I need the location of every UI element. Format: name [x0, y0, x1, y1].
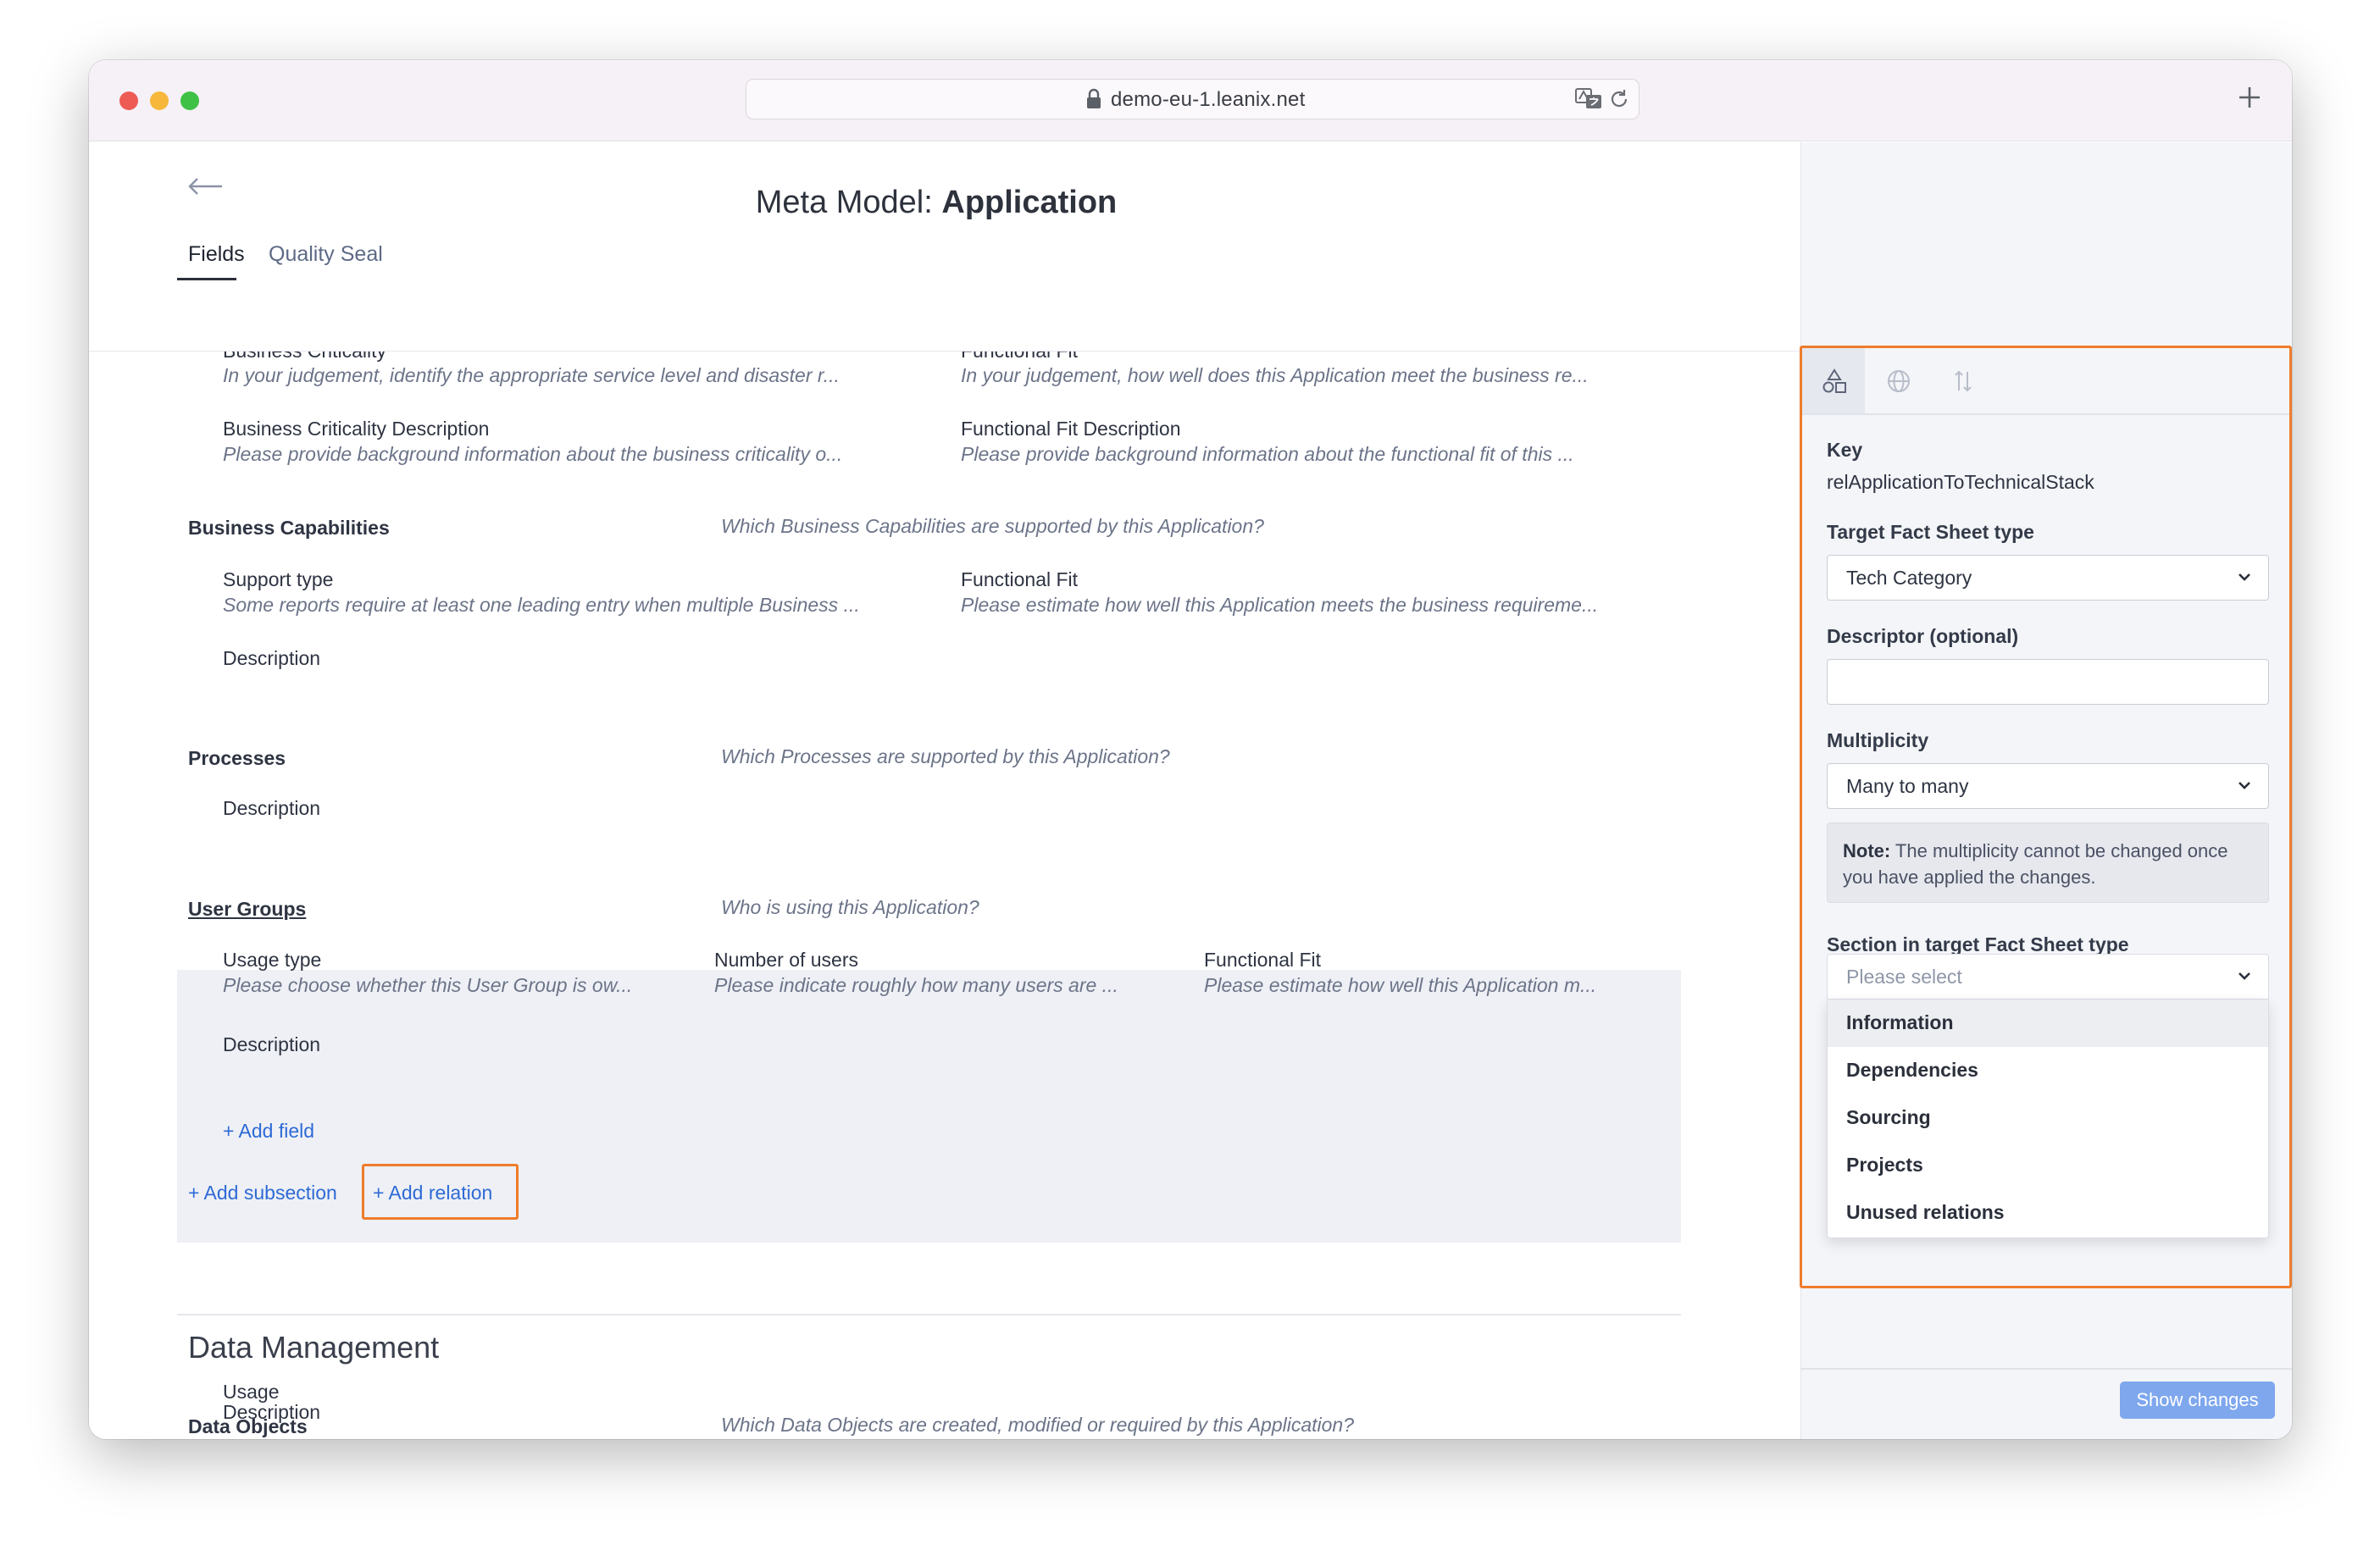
address-bar[interactable]: demo-eu-1.leanix.net [746, 79, 1639, 119]
page-title-strong: Application [941, 185, 1118, 220]
minimize-window-button[interactable] [150, 91, 169, 110]
add-field-link[interactable]: + Add field [223, 1120, 314, 1143]
page-title-prefix: Meta Model: [755, 185, 942, 220]
section-title-user-groups[interactable]: User Groups [188, 898, 306, 921]
field-label[interactable]: Support type [223, 568, 333, 591]
section-heading-data-management[interactable]: Data Management [188, 1330, 439, 1365]
field-description: Please choose whether this User Group is… [223, 974, 633, 996]
field-label[interactable]: Usage type [223, 949, 321, 972]
field-label[interactable]: Functional Fit Description [961, 418, 1181, 440]
section-question: Who is using this Application? [721, 896, 979, 918]
field-description: Please provide background information ab… [961, 443, 1574, 465]
lock-icon [1087, 88, 1101, 108]
add-subsection-link[interactable]: + Add subsection [188, 1182, 337, 1204]
add-relation-highlight [362, 1164, 519, 1220]
page-content: Meta Model: Application Fields Quality S… [89, 142, 2292, 1439]
browser-window: demo-eu-1.leanix.net Meta Model: Applica… [89, 60, 2292, 1439]
active-tab-indicator [177, 278, 236, 280]
close-window-button[interactable] [119, 91, 138, 110]
field-description: Please estimate how well this Applicatio… [961, 594, 1599, 616]
meta-model-fields-list: Business Criticality In your judgement, … [89, 352, 1800, 1439]
zoom-window-button[interactable] [180, 91, 199, 110]
section-question: Which Business Capabilities are supporte… [721, 515, 1264, 537]
field-label[interactable]: Number of users [714, 949, 858, 972]
field-label[interactable]: Description [223, 1401, 320, 1424]
translate-icon[interactable] [1574, 86, 1603, 112]
field-label[interactable]: Business Criticality [223, 352, 386, 363]
field-description: Some reports require at least one leadin… [223, 594, 860, 616]
tab-quality-seal[interactable]: Quality Seal [269, 242, 383, 267]
section-divider [177, 1314, 1681, 1315]
field-label[interactable]: Functional Fit [961, 352, 1078, 363]
section-question: Which Processes are supported by this Ap… [721, 745, 1170, 767]
section-question: Which Data Objects are created, modified… [721, 1414, 1355, 1436]
tab-fields[interactable]: Fields [188, 242, 245, 267]
panel-footer-divider [1801, 1368, 2292, 1370]
field-description: In your judgement, how well does this Ap… [961, 364, 1589, 386]
browser-titlebar: demo-eu-1.leanix.net [89, 60, 2292, 141]
url-text: demo-eu-1.leanix.net [1111, 88, 1306, 111]
section-title-processes[interactable]: Processes [188, 747, 286, 770]
field-description: Please estimate how well this Applicatio… [1204, 974, 1597, 996]
field-description: In your judgement, identify the appropri… [223, 364, 840, 386]
new-tab-icon[interactable] [2233, 80, 2266, 114]
field-description: Please indicate roughly how many users a… [714, 974, 1118, 996]
panel-highlight [1800, 346, 2292, 1288]
field-label[interactable]: Usage [223, 1381, 279, 1404]
field-label[interactable]: Functional Fit [961, 568, 1078, 591]
page-title: Meta Model: Application [89, 185, 1784, 221]
section-title-business-capabilities[interactable]: Business Capabilities [188, 517, 390, 540]
relation-settings-panel: Key relApplicationToTechnicalStack Targe… [1800, 142, 2292, 1439]
field-description: Please provide background information ab… [223, 443, 843, 465]
field-label[interactable]: Description [223, 797, 320, 820]
reload-icon[interactable] [1608, 88, 1630, 110]
field-label[interactable]: Description [223, 1033, 320, 1056]
field-label[interactable]: Functional Fit [1204, 949, 1321, 972]
field-label[interactable]: Description [223, 647, 320, 670]
show-changes-button[interactable]: Show changes [2120, 1382, 2275, 1419]
field-label[interactable]: Business Criticality Description [223, 418, 489, 440]
